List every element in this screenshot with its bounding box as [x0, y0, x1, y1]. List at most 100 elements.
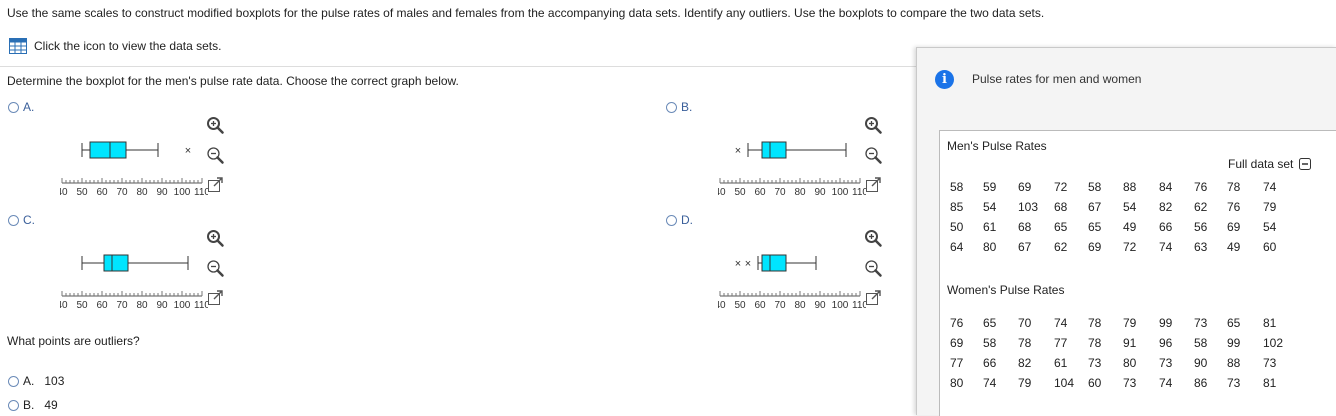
tick-label: 80	[794, 187, 806, 198]
radio-button[interactable]	[8, 101, 19, 113]
tick-label: 40	[718, 187, 726, 198]
men-cell: 78	[1227, 180, 1241, 194]
women-cell: 104	[1054, 376, 1075, 390]
tick-label: 60	[96, 187, 108, 198]
women-cell: 80	[950, 376, 964, 390]
zoom-out-icon[interactable]	[205, 145, 225, 165]
tick-label: 90	[156, 187, 168, 198]
men-row: 50 61 68 65 65 49 66 56 69 54	[950, 217, 1293, 237]
option-c[interactable]: C.	[8, 213, 35, 227]
men-cell: 88	[1123, 180, 1137, 194]
option-a[interactable]: A.	[8, 100, 34, 114]
men-cell: 67	[1088, 200, 1102, 214]
outlier-option-b[interactable]: B. 49	[8, 398, 58, 412]
men-cell: 61	[983, 220, 997, 234]
tick-label: 90	[156, 300, 168, 311]
women-row: 69 58 78 77 78 91 96 58 99 102	[950, 333, 1293, 353]
outlier-option-b-value: 49	[44, 398, 58, 412]
men-row: 85 54 103 68 67 54 82 62 76 79	[950, 197, 1293, 217]
boxplot-c: 405060708090100110	[60, 254, 208, 311]
women-cell: 79	[1018, 376, 1032, 390]
women-cell: 88	[1227, 356, 1241, 370]
outlier-option-a[interactable]: A. 103	[8, 374, 64, 388]
full-data-set-label[interactable]: Full data set	[1228, 157, 1293, 171]
zoom-out-icon[interactable]	[863, 258, 883, 278]
view-data-text[interactable]: Click the icon to view the data sets.	[34, 39, 221, 53]
women-cell: 90	[1194, 356, 1208, 370]
tick-label: 40	[60, 300, 68, 311]
men-cell: 49	[1227, 240, 1241, 254]
tick-label: 50	[734, 300, 746, 311]
data-set-icon[interactable]	[1299, 158, 1312, 170]
men-row: 64 80 67 62 69 72 74 63 49 60	[950, 237, 1293, 257]
men-cell: 50	[950, 220, 964, 234]
tick-label: 100	[832, 187, 849, 198]
men-cell: 80	[983, 240, 997, 254]
outlier-option-a-value: 103	[44, 374, 65, 388]
women-cell: 60	[1088, 376, 1102, 390]
option-b[interactable]: B.	[666, 100, 692, 114]
expand-icon[interactable]	[863, 288, 883, 308]
zoom-out-icon[interactable]	[863, 145, 883, 165]
box	[103, 254, 129, 272]
zoom-in-icon[interactable]	[205, 228, 225, 248]
view-data-link[interactable]: Click the icon to view the data sets.	[9, 38, 221, 54]
data-popup: i Pulse rates for men and women Men's Pu…	[916, 47, 1336, 416]
outlier-option-a-label: A.	[23, 374, 35, 388]
tick-label: 40	[718, 300, 726, 311]
women-cell: 69	[950, 336, 964, 350]
men-cell: 49	[1123, 220, 1137, 234]
women-cell: 74	[1159, 376, 1173, 390]
expand-icon[interactable]	[205, 288, 225, 308]
men-cell: 103	[1018, 200, 1039, 214]
question-text: Determine the boxplot for the men's puls…	[7, 74, 459, 88]
men-cell: 60	[1263, 240, 1277, 254]
women-cell: 66	[983, 356, 997, 370]
men-cell: 68	[1054, 200, 1068, 214]
zoom-in-icon[interactable]	[863, 228, 883, 248]
radio-button[interactable]	[8, 375, 19, 387]
data-panel: Men's Pulse Rates Full data set 58 59 69 72…	[939, 130, 1336, 416]
radio-button[interactable]	[666, 214, 677, 226]
radio-button[interactable]	[666, 101, 677, 113]
tick-label: 50	[76, 300, 88, 311]
expand-icon[interactable]	[205, 175, 225, 195]
zoom-in-icon[interactable]	[205, 115, 225, 135]
men-cell: 69	[1018, 180, 1032, 194]
zoom-in-icon[interactable]	[863, 115, 883, 135]
women-cell: 74	[1054, 316, 1068, 330]
data-table-icon[interactable]	[9, 38, 27, 54]
women-row: 80 74 79 104 60 73 74 86 73 81	[950, 373, 1293, 393]
radio-button[interactable]	[8, 214, 19, 226]
men-data-table: 58 59 69 72 58 88 84 76 78 74 85 54 103 68 67 54 82 62 76 7…	[950, 177, 1293, 257]
women-cell: 76	[950, 316, 964, 330]
women-cell: 91	[1123, 336, 1137, 350]
tick-label: 70	[774, 187, 786, 198]
tick-label: 70	[116, 300, 128, 311]
outlier-marker: ×	[735, 145, 741, 157]
tick-label: 60	[754, 300, 766, 311]
full-data-set-link[interactable]: Full data set	[1228, 157, 1312, 171]
option-c-label: C.	[23, 213, 35, 227]
men-cell: 58	[950, 180, 964, 194]
women-cell: 78	[1018, 336, 1032, 350]
women-cell: 74	[983, 376, 997, 390]
women-cell: 65	[1227, 316, 1241, 330]
popup-title: Pulse rates for men and women	[972, 72, 1142, 86]
zoom-out-icon[interactable]	[205, 258, 225, 278]
tick-label: 50	[734, 187, 746, 198]
men-cell: 66	[1159, 220, 1173, 234]
men-cell: 65	[1088, 220, 1102, 234]
women-cell: 61	[1054, 356, 1068, 370]
radio-button[interactable]	[8, 399, 19, 411]
women-cell: 79	[1123, 316, 1137, 330]
men-cell: 59	[983, 180, 997, 194]
men-cell: 84	[1159, 180, 1173, 194]
expand-icon[interactable]	[863, 175, 883, 195]
women-cell: 78	[1088, 336, 1102, 350]
women-cell: 73	[1159, 356, 1173, 370]
men-cell: 54	[983, 200, 997, 214]
option-d[interactable]: D.	[666, 213, 693, 227]
tick-label: 60	[96, 300, 108, 311]
boxplot-a: ×405060708090100110	[60, 141, 208, 198]
